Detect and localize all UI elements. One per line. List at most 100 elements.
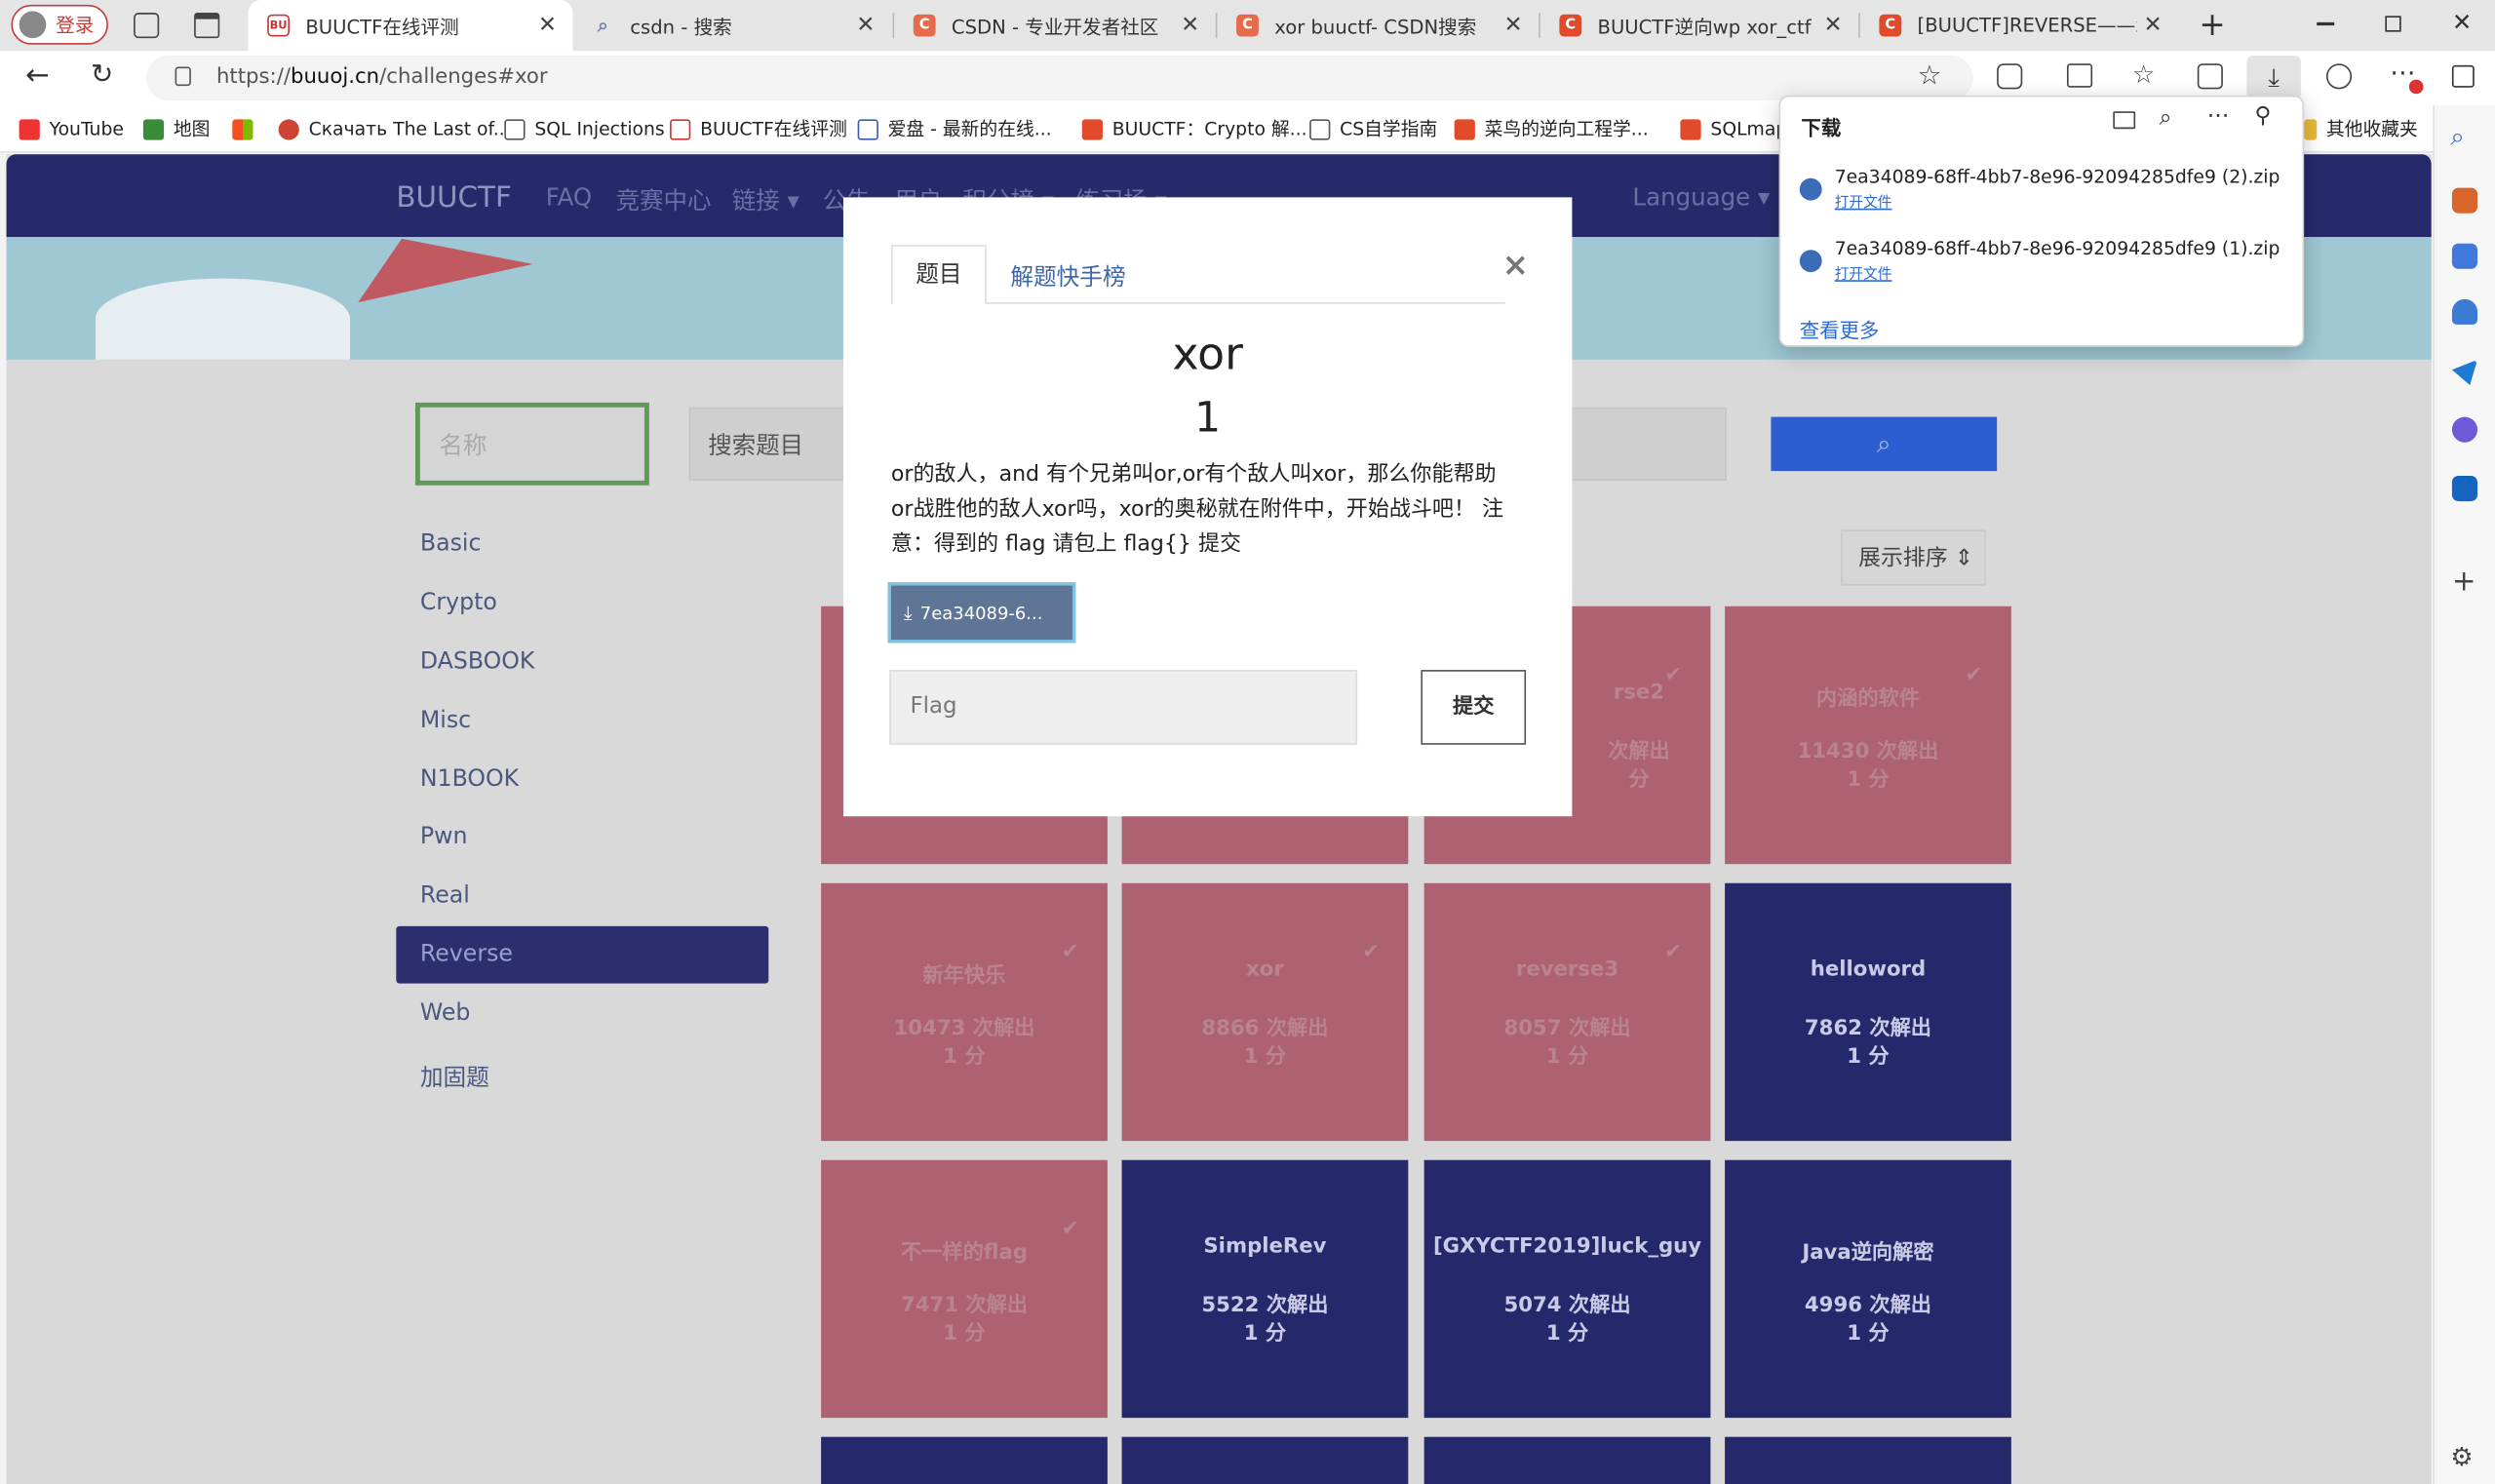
downloads-button[interactable]: ⤓ <box>2246 56 2301 100</box>
tab-xor-search[interactable]: C xor buuctf- CSDN搜索 ✕ <box>1217 0 1539 51</box>
page-icon <box>504 118 526 139</box>
restore-button[interactable] <box>2385 16 2401 32</box>
bookmark-other-favorites[interactable]: 其他收藏夹 <box>2304 116 2418 141</box>
tab-buuctf-wp[interactable]: C BUUCTF逆向wp xor_ctf 异或逆 ✕ <box>1540 0 1858 51</box>
bookmark-reverse[interactable]: 菜鸟的逆向工程学... <box>1454 116 1649 141</box>
copilot-icon[interactable] <box>2451 416 2478 443</box>
tab-reverse-xor[interactable]: C [BUUCTF]REVERSE——xor_ct ✕ <box>1860 0 2178 51</box>
profile-button[interactable]: 登录 <box>11 4 108 45</box>
favorite-star-icon[interactable]: ☆ <box>1918 60 1942 93</box>
challenge-card[interactable]: helloword 7862 次解出 1 分 <box>1725 882 2011 1142</box>
challenge-card[interactable]: ✔ xor 8866 次解出 1 分 <box>1121 882 1409 1142</box>
close-tab-icon[interactable]: ✕ <box>1817 13 1850 38</box>
category-dasbook[interactable]: DASBOOK <box>420 649 535 675</box>
bookmark-sql-injections[interactable]: SQL Injections <box>504 116 665 141</box>
category-hardening[interactable]: 加固题 <box>420 1060 489 1093</box>
category-pwn[interactable]: Pwn <box>420 824 468 849</box>
submit-button[interactable]: 提交 <box>1421 670 1527 745</box>
bookmark-crypto[interactable]: BUUCTF：Crypto 解... <box>1081 116 1307 141</box>
bookmark-last-of[interactable]: Скачать The Last of... <box>278 116 511 141</box>
add-sidebar-icon[interactable]: + <box>2452 565 2476 598</box>
category-basic[interactable]: Basic <box>420 531 482 557</box>
search-icon[interactable]: ⌕ <box>2450 121 2465 153</box>
search-downloads-icon[interactable]: ⌕ <box>2160 105 2172 131</box>
nav-language[interactable]: Language ▾ <box>1632 183 1770 212</box>
challenge-card[interactable] <box>821 1436 1108 1484</box>
see-more-link[interactable]: 查看更多 <box>1800 314 1880 344</box>
attachment-download-button[interactable]: ⤓ 7ea34089-6... <box>887 582 1076 644</box>
bookmark-buuctf[interactable]: BUUCTF在线评测 <box>670 116 847 141</box>
close-tab-icon[interactable]: ✕ <box>531 13 564 38</box>
category-reverse[interactable]: Reverse <box>420 942 513 967</box>
challenge-description: or的敌人，and 有个兄弟叫or,or有个敌人叫xor，那么你能帮助or战胜他… <box>890 461 1504 558</box>
category-misc[interactable]: Misc <box>420 708 471 733</box>
tab-csdn-search[interactable]: ⌕ csdn - 搜索 ✕ <box>573 0 891 51</box>
lock-icon[interactable] <box>175 66 191 87</box>
close-tab-icon[interactable]: ✕ <box>1498 13 1530 38</box>
nav-faq[interactable]: FAQ <box>546 183 592 212</box>
bookmark-youtube[interactable]: YouTube <box>19 116 124 141</box>
nav-contests[interactable]: 竞赛中心 <box>616 183 712 216</box>
challenge-card[interactable]: ✔ reverse3 8057 次解出 1 分 <box>1423 882 1711 1142</box>
category-real[interactable]: Real <box>420 883 470 909</box>
bookmark-cs-guide[interactable]: CS自学指南 <box>1309 116 1437 141</box>
nav-links[interactable]: 链接 ▾ <box>732 183 799 216</box>
bookmark-sqlmap[interactable]: SQLmap <box>1680 116 1787 141</box>
challenge-card[interactable]: SimpleRev 5522 次解出 1 分 <box>1121 1159 1409 1419</box>
minimize-button[interactable] <box>2317 21 2335 25</box>
pin-icon[interactable]: ⚲ <box>2255 103 2272 129</box>
extensions-icon[interactable] <box>1997 63 2023 90</box>
games-icon[interactable] <box>2451 298 2478 325</box>
challenge-card[interactable] <box>1423 1436 1711 1484</box>
csdn-favicon: C <box>1879 14 1902 37</box>
sort-dropdown[interactable]: 展示排序 ⇕ <box>1841 529 1986 586</box>
category-n1book[interactable]: N1BOOK <box>420 767 519 793</box>
close-tab-icon[interactable]: ✕ <box>849 13 881 38</box>
favorites-icon[interactable]: ☆ <box>2132 59 2155 89</box>
bookmark-aipan[interactable]: 爱盘 - 最新的在线... <box>857 116 1052 141</box>
challenge-card[interactable]: Java逆向解密 4996 次解出 1 分 <box>1725 1159 2011 1419</box>
new-tab-button[interactable]: + <box>2199 5 2225 43</box>
refresh-icon[interactable]: ↻ <box>91 59 113 91</box>
open-file-link[interactable]: 打开文件 <box>1835 191 1892 212</box>
bookmark-maps[interactable]: 地图 <box>142 116 210 141</box>
category-crypto[interactable]: Crypto <box>420 590 497 615</box>
tab-fastest-solvers[interactable]: 解题快手榜 <box>1010 259 1125 293</box>
csdn-favicon: C <box>913 14 936 37</box>
download-item-file[interactable]: 7ea34089-68ff-4bb7-8e96-92094285dfe9 (2)… <box>1835 166 2281 188</box>
challenge-card[interactable]: ✔ 不一样的flag 7471 次解出 1 分 <box>821 1159 1108 1419</box>
close-tab-icon[interactable]: ✕ <box>2137 13 2169 38</box>
shopping-icon[interactable] <box>2451 187 2478 214</box>
site-brand[interactable]: BUUCTF <box>396 181 512 215</box>
category-web[interactable]: Web <box>420 1001 471 1027</box>
flag-input[interactable]: Flag <box>889 670 1358 745</box>
sidebar-settings-icon[interactable]: ⚙ <box>2450 1442 2473 1472</box>
bookmark-microsoft[interactable] <box>232 116 262 141</box>
tag-icon[interactable] <box>2451 243 2478 269</box>
challenge-card[interactable]: ✔ 新年快乐 10473 次解出 1 分 <box>821 882 1108 1142</box>
challenge-card[interactable]: ✔ 内涵的软件 11430 次解出 1 分 <box>1725 605 2011 865</box>
outlook-icon[interactable] <box>2451 475 2478 502</box>
tab-challenge[interactable]: 题目 <box>890 245 987 304</box>
close-window-button[interactable]: ✕ <box>2452 8 2473 36</box>
tab-actions-icon[interactable] <box>194 13 220 39</box>
close-tab-icon[interactable]: ✕ <box>1174 13 1206 38</box>
challenge-card[interactable]: [GXYCTF2019]luck_guy 5074 次解出 1 分 <box>1423 1159 1711 1419</box>
tab-buuctf[interactable]: BU BUUCTF在线评测 ✕ <box>248 0 573 52</box>
url-text[interactable]: https://buuoj.cn/challenges#xor <box>216 65 548 89</box>
back-icon[interactable]: ← <box>25 59 50 92</box>
split-screen-icon[interactable] <box>2066 63 2093 88</box>
challenge-card[interactable] <box>1725 1436 2011 1484</box>
open-folder-icon[interactable] <box>2113 111 2136 130</box>
sidebar-toggle-icon[interactable] <box>2451 64 2475 88</box>
collections-icon[interactable] <box>2197 63 2223 90</box>
search-button[interactable]: ⌕ <box>1771 416 1998 472</box>
browser-essentials-icon[interactable] <box>2325 63 2353 90</box>
more-options-icon[interactable]: ⋯ <box>2207 103 2230 129</box>
open-file-link[interactable]: 打开文件 <box>1835 262 1892 283</box>
tab-csdn-home[interactable]: C CSDN - 专业开发者社区 ✕ <box>894 0 1216 51</box>
challenge-card[interactable] <box>1121 1436 1409 1484</box>
close-icon[interactable]: × <box>1502 245 1529 283</box>
workspaces-icon[interactable] <box>134 13 160 39</box>
download-item-file[interactable]: 7ea34089-68ff-4bb7-8e96-92094285dfe9 (1)… <box>1835 237 2281 259</box>
